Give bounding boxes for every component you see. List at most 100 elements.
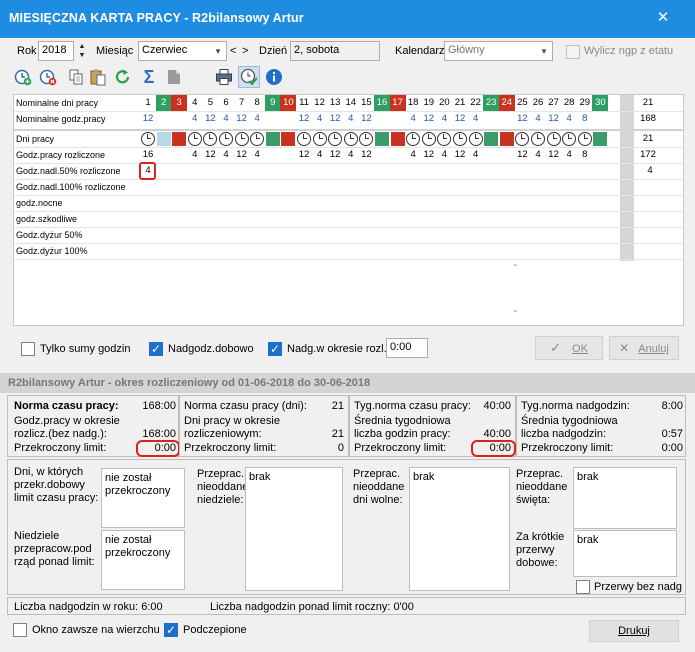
unreturned-holidays-label: Przeprac. nieoddane święta:	[516, 468, 568, 506]
clock-icon[interactable]	[406, 132, 421, 146]
weekly-ot-label: Tyg.norma nadgodzin:	[521, 400, 630, 412]
clock-icon[interactable]	[234, 132, 249, 146]
nominal-hours-cell	[171, 111, 187, 127]
year-input[interactable]: 2018	[38, 41, 74, 61]
free-day-cell[interactable]	[484, 132, 499, 146]
clock-icon[interactable]	[359, 132, 374, 146]
free-day-cell[interactable]	[593, 132, 608, 146]
settled-hours-cell: 16	[142, 149, 154, 160]
day-header: 11	[299, 97, 309, 108]
paste-icon[interactable]	[89, 68, 107, 86]
clock-icon[interactable]	[577, 132, 592, 146]
calendar-select[interactable]: Główny ▾	[444, 41, 553, 61]
copy-icon[interactable]	[67, 68, 85, 86]
clock-icon[interactable]	[562, 132, 577, 146]
holiday-cell[interactable]	[390, 132, 405, 146]
scroll-up-icon[interactable]: ⌃	[512, 263, 519, 272]
clock-icon[interactable]	[203, 132, 218, 146]
cancel-button[interactable]: ✕ Anuluj	[609, 336, 679, 360]
clock-icon[interactable]	[546, 132, 561, 146]
clock-icon[interactable]	[421, 132, 436, 146]
day-header: 26	[532, 97, 544, 108]
norm-time-value: 168:00	[142, 400, 176, 412]
clock-add-icon[interactable]	[14, 68, 32, 86]
day-header: 1	[145, 97, 151, 108]
ngp-checkbox[interactable]	[566, 45, 580, 59]
info-icon[interactable]	[265, 68, 283, 86]
clock-icon[interactable]	[297, 132, 311, 146]
nominal-days-total: 21	[642, 97, 654, 108]
nominal-hours-cell	[499, 111, 515, 127]
check-icon: ✓	[550, 340, 561, 355]
refresh-icon[interactable]	[114, 68, 132, 86]
clock-icon[interactable]	[187, 132, 202, 146]
prev-month-button[interactable]: <	[230, 45, 236, 57]
exceed2-label: Przekroczony limit:	[184, 442, 277, 454]
year-down-icon[interactable]: ▼	[75, 51, 89, 61]
clock-icon[interactable]	[437, 132, 452, 146]
report-icon[interactable]	[165, 68, 183, 86]
settled-hours-cell	[390, 147, 406, 163]
settled-total: 172	[640, 149, 656, 160]
month-select[interactable]: Czerwiec ▾	[138, 41, 227, 61]
settled-hours-cell: 4	[472, 149, 479, 160]
schedule-icon[interactable]	[238, 66, 260, 88]
next-month-button[interactable]: >	[242, 45, 248, 57]
yearly-ot-over: Liczba nadgodzin ponad limit roczny: 0'0…	[210, 601, 414, 613]
weekly-ot-value: 8:00	[661, 400, 683, 412]
ot-daily-checkbox[interactable]: ✓	[149, 342, 163, 356]
ot-period-checkbox[interactable]: ✓	[268, 342, 282, 356]
duty100-label: Godz.dyżur 100%	[16, 246, 88, 256]
clock-icon[interactable]	[453, 132, 467, 146]
nominal-hours-cell: 12	[361, 113, 372, 124]
nominal-hours-cell: 12	[329, 113, 341, 124]
weekly-norm-value: 40:00	[483, 400, 511, 412]
sums-only-checkbox[interactable]	[21, 342, 35, 356]
settled-hours-cell: 4	[535, 149, 541, 160]
nominal-hours-total: 168	[640, 113, 656, 124]
day-header: 25	[517, 97, 528, 108]
workdays-total: 21	[642, 133, 654, 144]
always-on-top-checkbox[interactable]	[13, 623, 27, 637]
nominal-hours-cell: 4	[223, 113, 229, 124]
clock-icon[interactable]	[515, 132, 530, 146]
nominal-hours-cell: 4	[410, 113, 416, 124]
settled-hours-cell: 12	[454, 149, 466, 160]
clock-icon[interactable]	[250, 132, 265, 146]
ok-label: OK	[572, 343, 588, 355]
print-icon[interactable]	[215, 68, 233, 86]
clock-icon[interactable]	[468, 132, 483, 146]
free-day-cell[interactable]	[156, 132, 171, 146]
print-button[interactable]: Drukuj	[589, 620, 679, 642]
holiday-cell[interactable]	[281, 132, 296, 146]
sum-icon[interactable]: Σ	[140, 67, 158, 87]
grid-line	[14, 211, 683, 212]
day-header: 27	[548, 97, 559, 108]
settled-hours-cell: 12	[517, 149, 528, 160]
close-icon[interactable]: ✕	[652, 7, 674, 29]
chevron-down-icon: ▾	[215, 46, 221, 56]
clock-icon[interactable]	[141, 132, 155, 146]
free-day-cell[interactable]	[265, 132, 280, 146]
nominal-hours-cell	[390, 111, 406, 127]
night-label: godz.nocne	[16, 198, 63, 208]
clock-icon[interactable]	[219, 132, 233, 146]
settled-hours-cell: 4	[441, 149, 448, 160]
clock-remove-icon[interactable]	[39, 68, 57, 86]
holiday-cell[interactable]	[172, 132, 187, 146]
docked-checkbox[interactable]: ✓	[164, 623, 178, 637]
duty50-label: Godz.dyżur 50%	[16, 230, 83, 240]
yearly-ot: Liczba nadgodzin w roku: 6:00	[14, 601, 163, 613]
ot-period-input[interactable]: 0:00	[386, 338, 428, 358]
clock-icon[interactable]	[343, 132, 358, 146]
scroll-down-icon[interactable]: ⌄	[512, 305, 519, 314]
weekly-avg-value: 40:00	[483, 428, 511, 440]
holiday-cell[interactable]	[499, 132, 514, 146]
nominal-hours-cell: 4	[472, 113, 479, 124]
free-day-cell[interactable]	[375, 132, 389, 146]
clock-icon[interactable]	[312, 132, 327, 146]
clock-icon[interactable]	[328, 132, 343, 146]
breaks-no-ot-checkbox[interactable]	[576, 580, 590, 594]
ok-button[interactable]: ✓ OK	[535, 336, 603, 360]
clock-icon[interactable]	[531, 132, 545, 146]
